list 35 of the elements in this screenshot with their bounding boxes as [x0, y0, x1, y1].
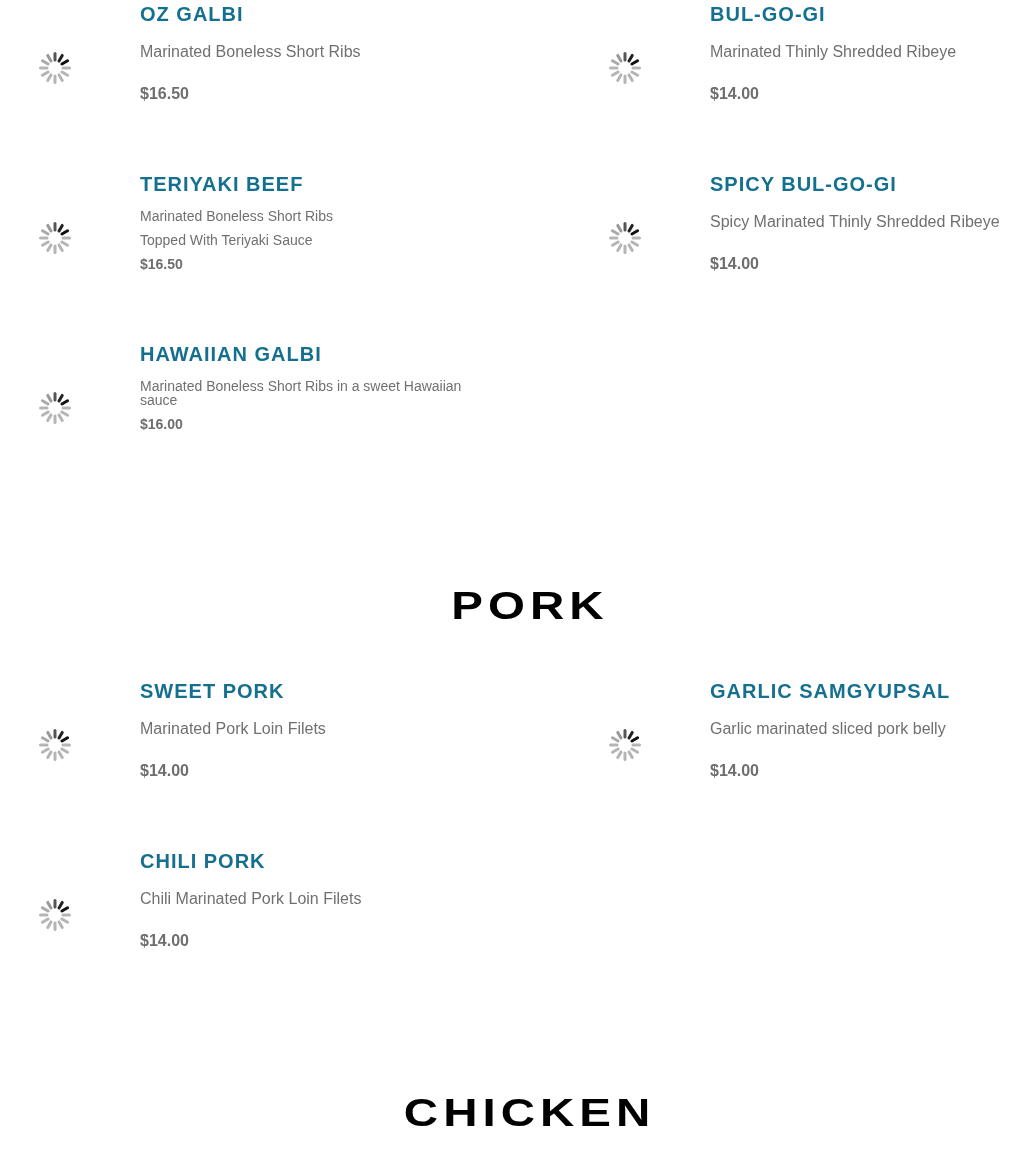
- menu-item-title: OZ GALBI: [140, 2, 244, 27]
- section-heading: PORK: [450, 586, 609, 626]
- menu-item-title: TERIYAKI BEEF: [140, 172, 304, 197]
- menu-item-price: $14.00: [140, 761, 189, 781]
- loading-spinner-icon: [39, 52, 71, 84]
- menu-item-price: $16.50: [140, 84, 189, 104]
- loading-spinner-icon: [39, 222, 71, 254]
- menu-item-title: HAWAIIAN GALBI: [140, 342, 322, 367]
- menu-item-description: Marinated Thinly Shredded Ribeye: [710, 42, 958, 62]
- menu-item-description: Garlic marinated sliced pork belly: [710, 719, 947, 739]
- loading-spinner-icon: [609, 222, 641, 254]
- menu-item-title: CHILI PORK: [140, 849, 266, 874]
- menu-item-title: SPICY BUL-GO-GI: [710, 172, 897, 197]
- menu-item-description: Marinated Boneless Short Ribs: [140, 42, 362, 62]
- menu-item-price: $14.00: [710, 761, 759, 781]
- menu-item-description: Marinated Pork Loin Filets: [140, 719, 327, 739]
- menu-item-price: $16.50: [140, 255, 183, 274]
- loading-spinner-icon: [609, 729, 641, 761]
- menu-item-description: Marinated Boneless Short Ribs: [140, 207, 334, 226]
- menu-item-price: $14.00: [140, 931, 189, 951]
- menu-item-description: Topped With Teriyaki Sauce: [140, 231, 314, 250]
- menu-item-title: SWEET PORK: [140, 679, 285, 704]
- menu-item-price: $14.00: [710, 254, 759, 274]
- menu-item-description: Spicy Marinated Thinly Shredded Ribeye: [710, 212, 1001, 232]
- menu-item-price: $14.00: [710, 84, 759, 104]
- menu-item-title: GARLIC SAMGYUPSAL: [710, 679, 951, 704]
- loading-spinner-icon: [39, 899, 71, 931]
- menu-item-title: BUL-GO-GI: [710, 2, 826, 27]
- menu-item-price: $16.00: [140, 415, 183, 434]
- menu-item-description: Marinated Boneless Short Ribs in a sweet Hawaiian sauce: [140, 379, 463, 407]
- menu-item-description: Chili Marinated Pork Loin Filets: [140, 889, 363, 909]
- loading-spinner-icon: [39, 392, 71, 424]
- loading-spinner-icon: [609, 52, 641, 84]
- loading-spinner-icon: [39, 729, 71, 761]
- section-heading: CHICKEN: [403, 1093, 656, 1133]
